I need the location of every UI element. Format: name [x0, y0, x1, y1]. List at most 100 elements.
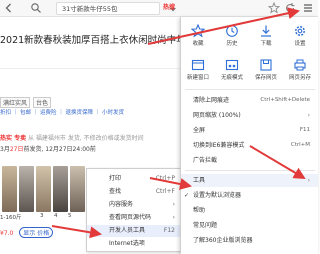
new-window-icon: [191, 59, 205, 71]
menu-item-tools[interactable]: 工具 ›: [181, 174, 318, 187]
menu-item-faq[interactable]: 常见问题: [181, 219, 318, 232]
tile-settings[interactable]: 设置: [283, 21, 317, 51]
product-thumbnail[interactable]: [36, 166, 51, 212]
tile-label: 新建窗口: [186, 75, 209, 81]
date-highlight: 27日: [9, 146, 24, 153]
browser-toolbar: 31寸新款牛仔55包 热搜: [0, 0, 318, 17]
menu-item-adblock[interactable]: 广告拦截: [181, 154, 318, 167]
address-bar[interactable]: 31寸新款牛仔55包: [56, 2, 176, 15]
submenu-item-find[interactable]: 查找 Ctrl+F: [87, 186, 181, 198]
menu-item-label: 帮助: [193, 207, 206, 214]
submenu-item-label: 开发人员工具: [109, 227, 146, 234]
price-row: ¥7.0 显示 价格: [0, 227, 54, 238]
filter-chip[interactable]: 台色: [33, 97, 52, 108]
menu-item-shortcut: F11: [299, 127, 310, 133]
date-prefix: 3月: [0, 146, 10, 153]
shipping-info: 热实 专卖 从 福建福州市 发货, 不修改价格或发货时间: [0, 133, 144, 142]
filter-row: 满红实风 台色: [0, 97, 54, 108]
product-thumbnail[interactable]: [70, 166, 85, 212]
menu-divider: [185, 89, 315, 90]
save-page-icon: [260, 59, 272, 71]
tile-label: 历史: [226, 41, 238, 47]
back-icon[interactable]: [3, 2, 15, 14]
price-pill-button[interactable]: 显示 价格: [19, 227, 54, 238]
menu-item-shortcut: Ctrl+M: [290, 142, 310, 148]
shipping-text: 从 福建福州市 发货, 不修改价格或发货时间: [28, 135, 144, 142]
star-icon: [191, 24, 205, 38]
submenu-item-shortcut: F12: [163, 227, 175, 234]
tile-label: 下载: [260, 41, 272, 47]
menu-item-default-browser[interactable]: ✓ 设置为默认浏览器: [181, 189, 318, 202]
menu-item-zoom[interactable]: 网页缩放 (100%) ›: [181, 109, 318, 122]
tools-submenu: 打印 Ctrl+P 查找 Ctrl+F 内容服务 › 查看网页源代码 › 开发人…: [86, 168, 182, 252]
menu-item-label: 常见问题: [193, 222, 218, 229]
tile-label: 收藏: [192, 41, 204, 47]
size-option[interactable]: 4: [54, 213, 58, 219]
menu-item-help[interactable]: 帮助: [181, 204, 318, 217]
history-icon: [226, 25, 238, 37]
product-thumbnail[interactable]: [19, 166, 34, 212]
tile-label: 网页另存: [288, 75, 311, 81]
star-icon[interactable]: [268, 2, 280, 14]
tile-new-window[interactable]: 新建窗口: [181, 55, 215, 85]
menu-item-label: 切换到IE6兼容模式: [193, 142, 245, 149]
menu-icon[interactable]: [302, 2, 314, 14]
submenu-item-label: Internet选项: [109, 240, 145, 247]
submenu-item-label: 内容服务: [109, 201, 134, 208]
refresh-icon[interactable]: [284, 2, 296, 14]
menu-item-label: 了解360企业版浏览器: [193, 237, 253, 244]
size-option[interactable]: 5: [68, 213, 72, 219]
submenu-item-developer-tools[interactable]: 开发人员工具 F12: [87, 225, 181, 237]
tile-save-page[interactable]: 保存网页: [249, 55, 283, 85]
submenu-item-view-source[interactable]: 查看网页源代码 ›: [87, 212, 181, 224]
menu-item-about-enterprise[interactable]: 了解360企业版浏览器: [181, 234, 318, 247]
service-tabs[interactable]: 折扣 ｜ 包邮 ｜ 运费险 ｜ 退换货保障 ｜ 小时发货: [0, 108, 124, 116]
filter-chip[interactable]: 满红实风: [0, 97, 31, 108]
submenu-item-shortcut: Ctrl+F: [155, 188, 175, 195]
menu-item-clear-history[interactable]: 清除上网痕迹 Ctrl+Shift+Delete: [181, 94, 318, 107]
chevron-right-icon: ›: [172, 201, 175, 208]
menu-divider: [185, 170, 315, 171]
date-text: 前发货, 12月27日24:00前: [23, 146, 96, 153]
tile-history[interactable]: 历史: [215, 21, 249, 51]
submenu-item-label: 查看网页源代码: [109, 214, 152, 221]
menu-item-label: 全屏: [193, 127, 206, 134]
tile-downloads[interactable]: 下载: [249, 21, 283, 51]
search-icon[interactable]: [30, 2, 42, 14]
size-option[interactable]: 3: [40, 213, 44, 219]
gear-icon: [295, 26, 305, 36]
menu-item-label: 设置为默认浏览器: [193, 192, 242, 199]
product-thumbnail[interactable]: [2, 166, 17, 212]
hot-search-badge[interactable]: 热搜: [163, 3, 175, 13]
menu-item-label: 清除上网痕迹: [193, 97, 230, 104]
menu-item-fullscreen[interactable]: 全屏 F11: [181, 124, 318, 137]
download-icon: [261, 25, 271, 37]
submenu-item-print[interactable]: 打印 Ctrl+P: [87, 173, 181, 185]
delivery-date: 3月27日前发货, 12月27日24:00前: [0, 144, 96, 153]
tile-save-as[interactable]: 网页另存: [283, 55, 317, 85]
tile-incognito[interactable]: 无痕模式: [215, 55, 249, 85]
incognito-icon: [225, 59, 239, 71]
check-icon: ✓: [184, 192, 190, 199]
chevron-right-icon: ›: [172, 214, 175, 221]
menu-item-ie-compat[interactable]: 切换到IE6兼容模式 Ctrl+M: [181, 139, 318, 152]
address-text: 31寸新款牛仔55包: [62, 5, 118, 13]
submenu-item-label: 打印: [109, 175, 122, 182]
tile-favorites[interactable]: 收藏: [181, 21, 215, 51]
product-thumbnail[interactable]: [53, 166, 68, 212]
submenu-item-internet-options[interactable]: Internet选项: [87, 238, 181, 250]
submenu-item-label: 查找: [109, 188, 122, 195]
print-icon: [294, 59, 306, 71]
tile-label: 保存网页: [254, 75, 277, 81]
menu-item-label: 广告拦截: [193, 157, 218, 164]
browser-main-menu: 收藏 历史 下载 设置 新建窗口 无痕模式 保存网页 网页另存 清除上网痕迹 C…: [180, 17, 318, 254]
chevron-right-icon: ›: [307, 177, 310, 184]
chevron-right-icon: ›: [307, 112, 310, 119]
size-range: 1-160斤: [0, 215, 22, 221]
menu-item-label: 网页缩放 (100%): [193, 112, 241, 119]
menu-item-shortcut: Ctrl+Shift+Delete: [260, 97, 310, 103]
submenu-item-shortcut: Ctrl+P: [155, 175, 175, 182]
price: ¥7.0: [0, 230, 14, 237]
submenu-item-content-services[interactable]: 内容服务 ›: [87, 199, 181, 211]
hot-badge: 热实 专卖: [0, 135, 27, 142]
